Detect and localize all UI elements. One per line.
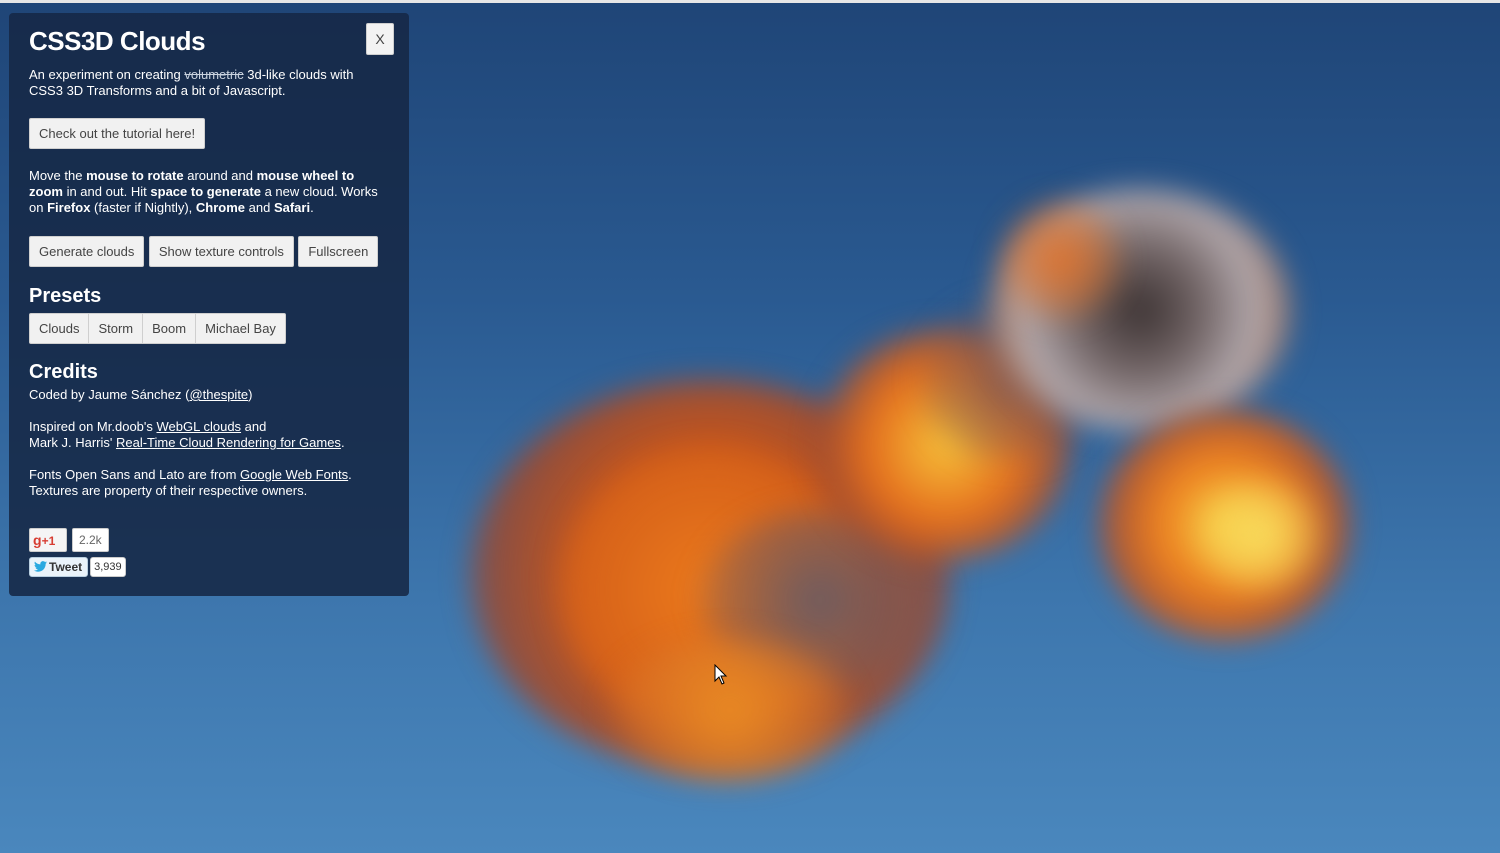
credits-coded: Coded by Jaume Sánchez (@thespite): [29, 387, 389, 403]
credits-text: Coded by Jaume Sánchez (: [29, 387, 190, 402]
instr-text: .: [310, 200, 314, 215]
instr-text: Move the: [29, 168, 87, 183]
credits-inspired: Inspired on Mr.doob's WebGL clouds and M…: [29, 419, 389, 451]
instr-text: in and out. Hit: [62, 184, 151, 199]
fullscreen-button[interactable]: Fullscreen: [298, 236, 379, 267]
show-texture-controls-button[interactable]: Show texture controls: [148, 236, 294, 267]
intro-strike: volumetric: [184, 67, 244, 82]
cloud-blob: [1000, 200, 1120, 320]
preset-clouds-button[interactable]: Clouds: [29, 313, 90, 344]
credits-text: .: [340, 435, 345, 450]
instr-bold: space to generate: [150, 184, 261, 199]
credits-textures: Textures are property of their respectiv…: [29, 483, 308, 498]
instructions-text: Move the mouse to rotate around and mous…: [29, 168, 384, 216]
instr-bold: Safari: [273, 200, 311, 215]
thespite-link[interactable]: @thespite: [189, 387, 248, 402]
social-buttons: g+1 2.2k Tweet 3,939: [29, 528, 126, 577]
tweet-label: Tweet: [49, 560, 83, 574]
credits-text: .: [348, 467, 352, 482]
twitter-bird-icon: [34, 561, 47, 572]
google-plus-count: 2.2k: [72, 528, 109, 552]
instr-bold: Chrome: [195, 200, 246, 215]
close-icon: X: [375, 31, 385, 47]
intro-pre: An experiment on creating: [29, 67, 185, 82]
preset-boom-button[interactable]: Boom: [142, 313, 197, 344]
generate-clouds-button[interactable]: Generate clouds: [29, 236, 145, 267]
credits-text: Inspired on Mr.doob's: [29, 419, 157, 434]
presets-group: Clouds Storm Boom Michael Bay: [29, 313, 286, 344]
google-web-fonts-link[interactable]: Google Web Fonts: [240, 467, 348, 482]
info-panel: X CSS3D Clouds An experiment on creating…: [9, 13, 409, 596]
cloud-blob: [610, 640, 850, 780]
cloud-blob: [1200, 480, 1320, 590]
credits-fonts: Fonts Open Sans and Lato are from Google…: [29, 467, 389, 499]
credits-text: Fonts Open Sans and Lato are from: [29, 467, 241, 482]
instr-bold: mouse to rotate: [86, 168, 184, 183]
page-title: CSS3D Clouds: [29, 26, 206, 56]
google-plus-button[interactable]: g+1: [29, 528, 67, 552]
tweet-count: 3,939: [90, 557, 126, 577]
credits-text: Mark J. Harris': [29, 435, 116, 450]
credits-text: and: [241, 419, 267, 434]
cloud-rendering-link[interactable]: Real-Time Cloud Rendering for Games: [116, 435, 341, 450]
google-plus-label: +1: [41, 534, 56, 548]
instr-text: around and: [183, 168, 257, 183]
tutorial-button[interactable]: Check out the tutorial here!: [29, 118, 206, 149]
webgl-clouds-link[interactable]: WebGL clouds: [157, 419, 242, 434]
presets-heading: Presets: [29, 285, 102, 307]
credits-heading: Credits: [29, 361, 98, 383]
instr-text: (faster if Nightly),: [90, 200, 196, 215]
close-button[interactable]: X: [366, 23, 394, 55]
preset-storm-button[interactable]: Storm: [88, 313, 144, 344]
google-plus-icon: g: [33, 532, 42, 548]
action-buttons: Generate clouds Show texture controls Fu…: [29, 236, 389, 267]
credits-text: ): [248, 387, 253, 402]
intro-text: An experiment on creating volumetric 3d-…: [29, 67, 379, 99]
tweet-button[interactable]: Tweet: [29, 557, 89, 577]
preset-michael-bay-button[interactable]: Michael Bay: [195, 313, 286, 344]
instr-bold: Firefox: [47, 200, 91, 215]
instr-text: and: [245, 200, 274, 215]
mouse-cursor-icon: [714, 664, 728, 685]
